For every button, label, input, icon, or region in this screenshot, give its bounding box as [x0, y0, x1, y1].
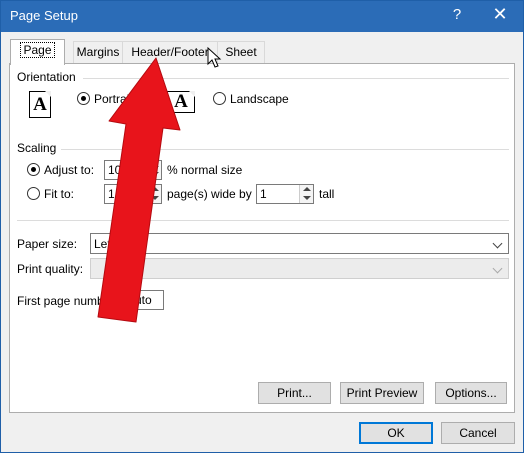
fit-to-radio[interactable]: [27, 187, 40, 200]
scaling-divider: [61, 149, 509, 150]
fit-wide-suffix: page(s) wide by: [167, 187, 252, 201]
orientation-divider: [83, 78, 509, 79]
scaling-group-label: Scaling: [17, 141, 57, 155]
chevron-down-icon[interactable]: [490, 259, 508, 278]
fit-tall-suffix: tall: [319, 187, 335, 201]
spin-up-icon[interactable]: [151, 187, 159, 191]
first-page-number-input[interactable]: Auto: [123, 290, 164, 310]
adjust-to-value: 100: [108, 163, 129, 177]
tab-header-footer[interactable]: Header/Footer: [122, 41, 218, 63]
tab-margins[interactable]: Margins: [73, 41, 123, 63]
landscape-radio[interactable]: [213, 92, 226, 105]
window-title: Page Setup: [10, 8, 78, 23]
spin-down-icon[interactable]: [151, 172, 159, 176]
first-page-number-label: First page number:: [17, 294, 118, 308]
print-button[interactable]: Print...: [258, 382, 331, 404]
paper-size-dropdown[interactable]: Letter: [90, 233, 509, 254]
portrait-page-icon: A: [29, 91, 51, 118]
spin-down-icon[interactable]: [303, 196, 311, 200]
spin-down-icon[interactable]: [151, 196, 159, 200]
landscape-label[interactable]: Landscape: [230, 92, 289, 106]
tab-page[interactable]: Page: [10, 39, 65, 65]
ok-button[interactable]: OK: [359, 422, 433, 444]
portrait-label[interactable]: Portrait: [94, 92, 133, 106]
close-button[interactable]: ✕: [485, 4, 515, 25]
adjust-to-spinner[interactable]: 100: [104, 160, 162, 180]
paper-divider: [17, 220, 509, 221]
print-quality-label: Print quality:: [17, 262, 84, 276]
orientation-group-label: Orientation: [17, 70, 76, 84]
help-button[interactable]: ?: [450, 6, 464, 23]
adjust-to-suffix: % normal size: [167, 163, 243, 177]
fit-wide-spin-buttons[interactable]: [147, 185, 161, 203]
adjust-to-label[interactable]: Adjust to:: [44, 163, 94, 177]
fit-to-label[interactable]: Fit to:: [44, 187, 74, 201]
landscape-page-icon: A: [167, 91, 195, 113]
fit-wide-spinner[interactable]: 1: [104, 184, 162, 204]
portrait-radio[interactable]: [77, 92, 90, 105]
first-page-number-value: Auto: [127, 293, 152, 307]
title-bar[interactable]: Page Setup ? ✕: [1, 1, 523, 32]
spin-up-icon[interactable]: [303, 187, 311, 191]
cancel-button[interactable]: Cancel: [441, 422, 515, 444]
fit-tall-spin-buttons[interactable]: [299, 185, 313, 203]
fit-tall-value: 1: [260, 187, 267, 201]
paper-size-label: Paper size:: [17, 237, 78, 251]
adjust-to-radio[interactable]: [27, 163, 40, 176]
adjust-to-spin-buttons[interactable]: [147, 161, 161, 179]
spin-up-icon[interactable]: [151, 163, 159, 167]
options-button[interactable]: Options...: [435, 382, 507, 404]
page-setup-dialog: Page Setup ? ✕ Margins Header/Footer She…: [0, 0, 524, 453]
fit-tall-spinner[interactable]: 1: [256, 184, 314, 204]
tab-sheet[interactable]: Sheet: [217, 41, 265, 63]
print-quality-dropdown[interactable]: [90, 258, 509, 279]
fit-wide-value: 1: [108, 187, 115, 201]
print-preview-button[interactable]: Print Preview: [340, 382, 424, 404]
chevron-down-icon[interactable]: [490, 234, 508, 253]
paper-size-value: Letter: [94, 237, 125, 251]
